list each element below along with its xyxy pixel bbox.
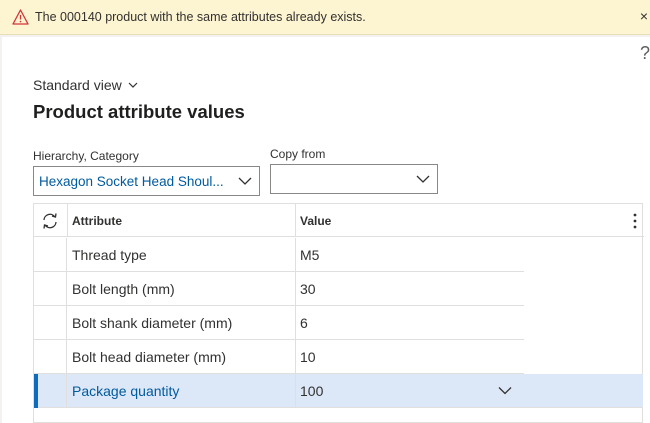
refresh-icon[interactable] xyxy=(41,212,59,230)
column-header-attribute[interactable]: Attribute xyxy=(72,214,122,228)
grid-header: Attribute Value xyxy=(34,204,644,237)
value-cell[interactable]: 100 xyxy=(300,383,323,399)
warning-text: The 000140 product with the same attribu… xyxy=(35,10,366,24)
chevron-down-icon xyxy=(416,175,430,183)
table-row[interactable]: Bolt length (mm) 30 xyxy=(34,272,524,306)
hierarchy-category-label: Hierarchy, Category xyxy=(33,149,139,163)
chevron-down-icon xyxy=(238,177,252,185)
product-attribute-panel: ? Standard view Product attribute values… xyxy=(2,37,650,423)
copy-from-label: Copy from xyxy=(270,147,326,161)
cell-divider xyxy=(295,238,296,272)
attribute-cell: Bolt shank diameter (mm) xyxy=(72,315,233,331)
row-selector[interactable] xyxy=(34,306,67,340)
attribute-cell: Thread type xyxy=(72,247,147,263)
attribute-cell: Package quantity xyxy=(72,383,180,399)
table-row[interactable]: Bolt head diameter (mm) 10 xyxy=(34,340,524,374)
cell-divider xyxy=(295,306,296,340)
warning-icon xyxy=(12,9,29,25)
row-selector[interactable] xyxy=(34,374,67,408)
value-cell[interactable]: 10 xyxy=(300,349,316,365)
help-icon[interactable]: ? xyxy=(640,43,650,64)
table-row-selected[interactable]: Package quantity 100 xyxy=(34,374,643,408)
chevron-down-icon xyxy=(128,82,138,88)
chevron-down-icon[interactable] xyxy=(498,386,512,395)
attribute-cell: Bolt length (mm) xyxy=(72,281,175,297)
table-row[interactable]: Bolt shank diameter (mm) 6 xyxy=(34,306,524,340)
cell-divider xyxy=(295,272,296,306)
table-row[interactable]: Thread type M5 xyxy=(34,238,524,272)
header-divider xyxy=(67,204,68,237)
value-cell[interactable]: 6 xyxy=(300,315,308,331)
cell-divider xyxy=(295,374,296,408)
attribute-values-grid: Attribute Value Thread type M5 Bolt leng… xyxy=(33,203,644,423)
warning-message-bar: The 000140 product with the same attribu… xyxy=(0,0,650,35)
copy-from-combobox[interactable] xyxy=(270,164,438,194)
view-selector[interactable]: Standard view xyxy=(33,77,138,93)
value-cell[interactable]: M5 xyxy=(300,247,319,263)
view-selector-label: Standard view xyxy=(33,77,122,93)
header-divider xyxy=(295,204,296,237)
column-header-value[interactable]: Value xyxy=(300,214,331,228)
hierarchy-category-value: Hexagon Socket Head Shoul... xyxy=(39,173,224,189)
more-options-icon[interactable] xyxy=(632,212,638,230)
cell-divider xyxy=(295,340,296,374)
attribute-cell: Bolt head diameter (mm) xyxy=(72,349,227,365)
row-selector[interactable] xyxy=(34,272,67,306)
value-cell[interactable]: 30 xyxy=(300,281,316,297)
hierarchy-category-combobox[interactable]: Hexagon Socket Head Shoul... xyxy=(33,166,260,196)
page-title: Product attribute values xyxy=(33,101,245,122)
row-selector[interactable] xyxy=(34,340,67,374)
close-icon[interactable]: × xyxy=(640,8,648,24)
selected-row-indicator xyxy=(34,374,38,408)
row-selector[interactable] xyxy=(34,238,67,272)
